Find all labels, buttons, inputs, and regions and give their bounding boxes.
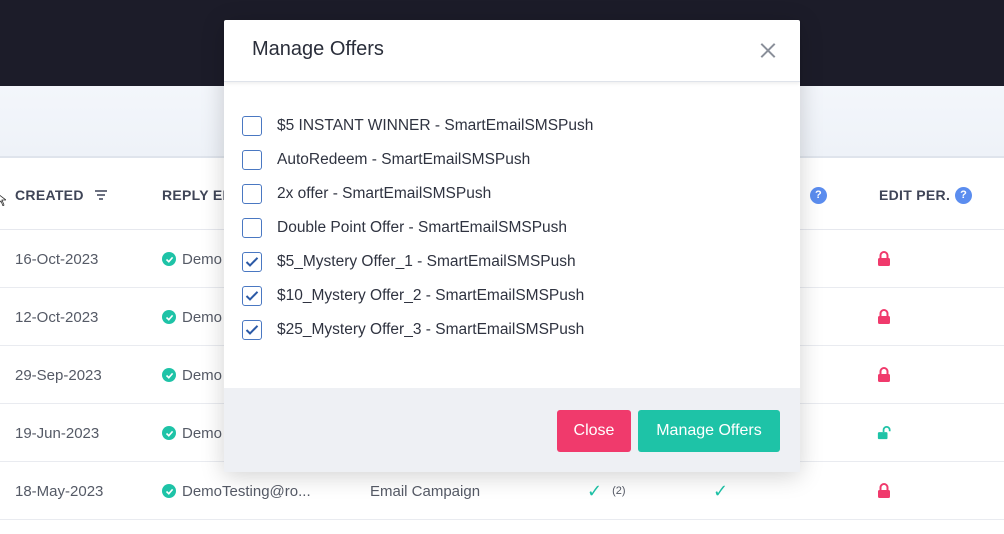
close-button[interactable]: Close bbox=[557, 410, 631, 452]
offer-checkbox[interactable] bbox=[242, 286, 262, 306]
offer-option[interactable]: $5_Mystery Offer_1 - SmartEmailSMSPush bbox=[242, 250, 576, 274]
offer-checkbox[interactable] bbox=[242, 150, 262, 170]
offer-option[interactable]: Double Point Offer - SmartEmailSMSPush bbox=[242, 216, 567, 240]
offer-label: Double Point Offer - SmartEmailSMSPush bbox=[277, 219, 568, 236]
modal-title: Manage Offers bbox=[252, 38, 384, 60]
offer-option[interactable]: $10_Mystery Offer_2 - SmartEmailSMSPush bbox=[242, 284, 584, 308]
modal-header: Manage Offers bbox=[224, 20, 800, 82]
offer-label: 2x offer - SmartEmailSMSPush bbox=[277, 185, 492, 202]
checkmark-icon bbox=[245, 325, 259, 335]
offers-list: $5 INSTANT WINNER - SmartEmailSMSPush Aut… bbox=[224, 82, 800, 388]
offer-label: AutoRedeem - SmartEmailSMSPush bbox=[277, 151, 531, 168]
modal-footer: Close Manage Offers bbox=[224, 388, 800, 472]
offer-checkbox[interactable] bbox=[242, 116, 262, 136]
offer-checkbox[interactable] bbox=[242, 218, 262, 238]
offer-label: $10_Mystery Offer_2 - SmartEmailSMSPush bbox=[277, 287, 585, 304]
offer-option[interactable]: AutoRedeem - SmartEmailSMSPush bbox=[242, 148, 530, 172]
checkmark-icon bbox=[245, 291, 259, 301]
manage-offers-button[interactable]: Manage Offers bbox=[638, 410, 780, 452]
offer-label: $25_Mystery Offer_3 - SmartEmailSMSPush bbox=[277, 321, 585, 338]
offer-checkbox[interactable] bbox=[242, 320, 262, 340]
offer-label: $5_Mystery Offer_1 - SmartEmailSMSPush bbox=[277, 253, 576, 270]
offer-option[interactable]: $25_Mystery Offer_3 - SmartEmailSMSPush bbox=[242, 318, 584, 342]
offer-checkbox[interactable] bbox=[242, 252, 262, 272]
manage-offers-modal: Manage Offers $5 INSTANT WINNER - SmartE… bbox=[224, 20, 800, 472]
checkmark-icon bbox=[245, 257, 259, 267]
offer-label: $5 INSTANT WINNER - SmartEmailSMSPush bbox=[277, 117, 594, 134]
close-icon[interactable] bbox=[760, 42, 776, 58]
offer-checkbox[interactable] bbox=[242, 184, 262, 204]
offer-option[interactable]: $5 INSTANT WINNER - SmartEmailSMSPush bbox=[242, 114, 593, 138]
offer-option[interactable]: 2x offer - SmartEmailSMSPush bbox=[242, 182, 491, 206]
